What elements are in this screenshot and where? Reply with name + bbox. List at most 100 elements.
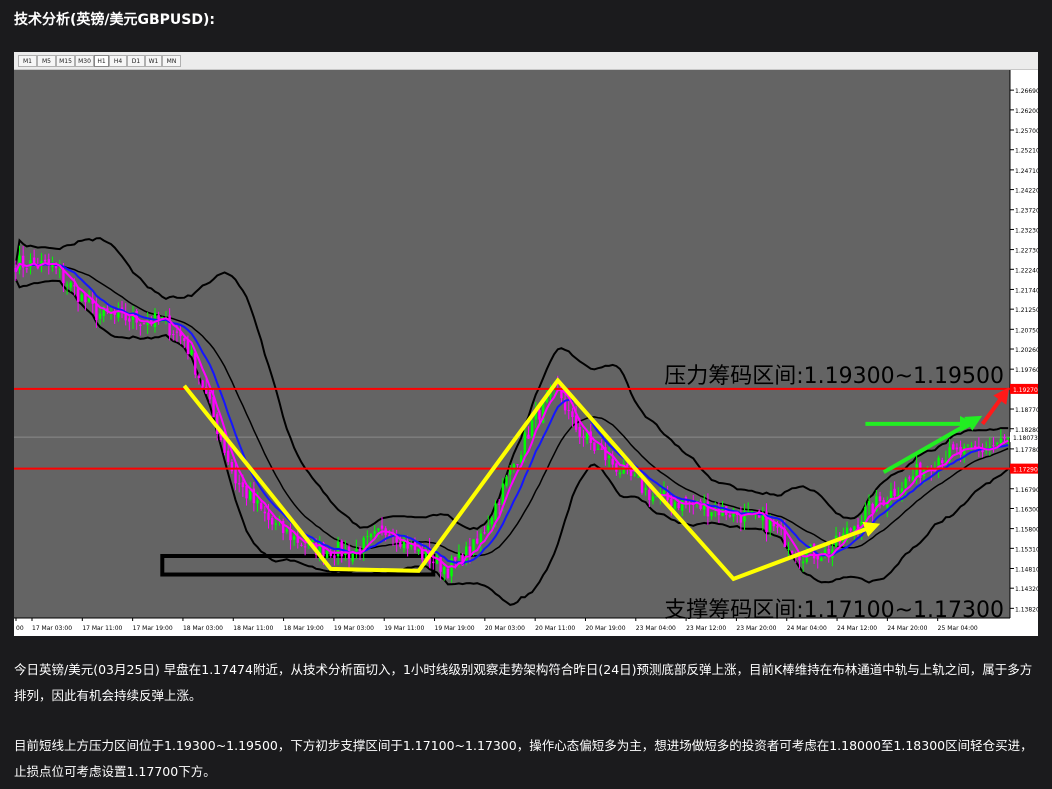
candle-body (43, 259, 47, 262)
time-tick-label: 20 Mar 03:00 (485, 625, 525, 632)
price-tick-label: 1.25700 (1015, 128, 1038, 135)
candle-body (582, 436, 585, 438)
candle-body (571, 411, 574, 417)
candle-body (505, 476, 508, 486)
time-tick-label: 18 Mar 11:00 (233, 625, 273, 632)
candle-body (908, 477, 911, 479)
candle-body (497, 503, 501, 505)
candle-body (768, 519, 772, 531)
candle-body (399, 541, 402, 547)
analysis-paragraph-1: 今日英镑/美元(03月25日) 早盘在1.17474附近，从技术分析面切入，1小… (14, 662, 1033, 703)
candle-body (867, 501, 871, 506)
time-tick-label: 18 Mar 19:00 (284, 625, 324, 632)
candle-body (952, 444, 955, 450)
candle-body (351, 553, 354, 562)
candle-body (512, 464, 516, 469)
candle-body (380, 525, 384, 529)
candle-body (728, 515, 732, 517)
candle-body (644, 487, 647, 490)
candle-body (432, 561, 435, 564)
candle-body (223, 438, 226, 453)
candle-body (637, 476, 640, 478)
candle-body (457, 552, 461, 558)
time-tick-label: 19 Mar 03:00 (334, 625, 374, 632)
candle-body (486, 525, 490, 531)
candle-body (172, 334, 175, 336)
price-tick-label: 1.26200 (1015, 108, 1038, 115)
candle-body (673, 502, 677, 509)
candle-body (790, 550, 794, 554)
candle-body (128, 318, 131, 322)
candle-body (417, 549, 420, 552)
candle-body (205, 386, 208, 394)
candle-body (175, 331, 179, 333)
candle-body (941, 460, 944, 464)
timeframe-toolbar: M1 M5 M15 M30 H1 H4 D1 W1 MN (14, 52, 1038, 70)
current-price-tag: 1.18073 (1013, 435, 1038, 442)
tf-button-d1[interactable]: D1 (127, 55, 145, 67)
candle-body (483, 532, 486, 534)
price-tick-label: 1.22240 (1015, 267, 1038, 274)
candle-body (245, 485, 248, 499)
candle-body (230, 462, 234, 472)
candle-body (366, 536, 369, 538)
tf-button-h1[interactable]: H1 (94, 55, 109, 67)
candle-body (190, 350, 193, 355)
chart-panel: M1 M5 M15 M30 H1 H4 D1 W1 MN 压力筹码区间:1.19… (14, 52, 1038, 636)
time-tick-label: 24 Mar 12:00 (837, 625, 877, 632)
candle-body (516, 464, 519, 466)
tf-button-m5[interactable]: M5 (37, 55, 56, 67)
candle-body (377, 528, 380, 531)
candle-body (911, 476, 915, 480)
candle-body (201, 380, 204, 389)
candle-body (183, 338, 186, 341)
price-tick-label: 1.21250 (1015, 307, 1038, 314)
support-zone-label: 支撑筹码区间:1.17100~1.17300 (664, 598, 1004, 623)
candle-body (69, 282, 72, 288)
time-tick-label: 24 Mar 20:00 (887, 625, 927, 632)
candle-body (820, 558, 823, 561)
candle-body (285, 529, 289, 532)
time-tick-label: 25 Mar 04:00 (938, 625, 978, 632)
price-tick-label: 1.19760 (1015, 367, 1038, 374)
candle-body (955, 447, 959, 450)
candle-body (567, 410, 570, 412)
tf-button-w1[interactable]: W1 (145, 55, 162, 67)
candle-body (600, 448, 603, 450)
candle-body (615, 463, 618, 472)
tf-button-m1[interactable]: M1 (18, 55, 37, 67)
tf-button-h4[interactable]: H4 (109, 55, 127, 67)
price-tick-label: 1.24710 (1015, 168, 1038, 175)
candle-body (633, 474, 636, 476)
tf-button-m15[interactable]: M15 (56, 55, 75, 67)
candle-body (186, 339, 190, 354)
page-title: 技术分析(英镑/美元GBPUSD): (14, 12, 216, 28)
candle-body (333, 555, 336, 558)
candle-body (677, 503, 680, 509)
candle-body (878, 496, 882, 502)
tf-button-mn[interactable]: MN (162, 55, 181, 67)
candle-body (234, 468, 237, 484)
time-tick-label: 17 Mar 11:00 (82, 625, 122, 632)
tf-button-m30[interactable]: M30 (75, 55, 94, 67)
price-tick-label: 1.14810 (1015, 566, 1038, 573)
candle-body (73, 285, 76, 287)
price-tick-label: 1.20260 (1015, 347, 1038, 354)
candle-body (80, 294, 83, 301)
candle-body (816, 555, 819, 560)
candle-body (194, 352, 197, 375)
candle-body (494, 503, 497, 520)
price-tick-label: 1.13820 (1015, 606, 1038, 613)
candle-body (648, 489, 651, 500)
candle-body (538, 410, 541, 420)
candle-body (611, 458, 614, 465)
candle-body (530, 420, 534, 437)
candle-body (640, 478, 644, 493)
price-chart[interactable]: 压力筹码区间:1.19300~1.19500 支撑筹码区间:1.17100~1.1… (14, 70, 1038, 636)
candle-body (1003, 437, 1006, 439)
price-tick-label: 1.23720 (1015, 208, 1038, 215)
price-tick-label: 1.18770 (1015, 407, 1038, 414)
candle-body (139, 324, 142, 327)
candle-body (373, 531, 376, 534)
candle-body (681, 499, 684, 511)
